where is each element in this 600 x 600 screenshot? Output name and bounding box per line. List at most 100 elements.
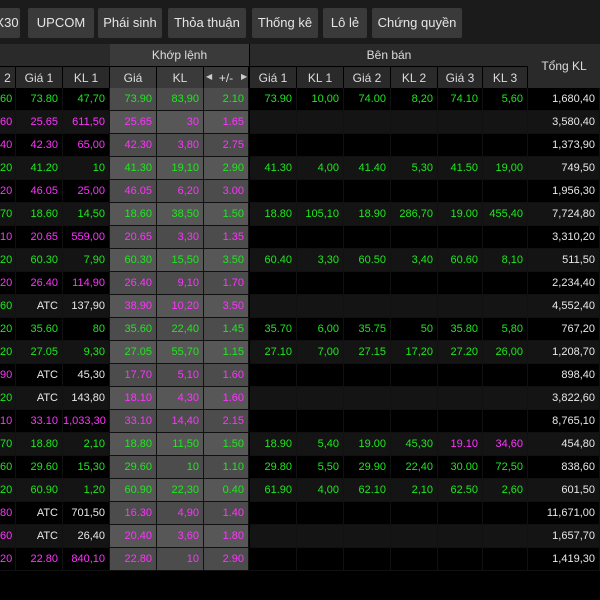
cell-ask-price1	[250, 548, 297, 571]
cell-bid-price1: ATC	[16, 525, 63, 548]
table-row[interactable]: 70 18.60 14,50 18.60 38,50 1.50 18.80 105,10 18.…	[0, 203, 600, 226]
cell-match-price: 73.90	[110, 88, 157, 111]
cell-bid-price1: 46.05	[16, 180, 63, 203]
header-col-ask-vol3[interactable]: KL 3	[483, 66, 528, 88]
cell-match-vol: 3,60	[157, 525, 204, 548]
footer-note	[200, 592, 420, 600]
header-col-bid-vol2[interactable]: 2	[0, 66, 16, 88]
cell-match-vol: 14,40	[157, 410, 204, 433]
cell-bid-vol2: 70	[0, 433, 16, 456]
cell-match-price: 18.10	[110, 387, 157, 410]
cell-bid-vol2: 60	[0, 456, 16, 479]
table-row[interactable]: 70 18.80 2,10 18.80 11,50 1.50 18.90 5,40 19.00 4…	[0, 433, 600, 456]
caret-right-icon[interactable]: ▶	[241, 66, 247, 88]
cell-ask-vol3	[483, 226, 528, 249]
caret-left-icon[interactable]: ◀	[206, 66, 212, 88]
tab-upcom[interactable]: UPCOM	[28, 8, 94, 38]
table-row[interactable]: 20 41.20 10 41.30 19,10 2.90 41.30 4,00 41.40 5,3…	[0, 157, 600, 180]
tab-warrants[interactable]: Chứng quyền	[372, 8, 462, 38]
header-col-ask-price1[interactable]: Giá 1	[250, 66, 297, 88]
table-row[interactable]: 20 46.05 25,00 46.05 6,20 3.00 1,956,30	[0, 180, 600, 203]
cell-bid-price1: ATC	[16, 295, 63, 318]
cell-bid-vol1: 25,00	[63, 180, 110, 203]
cell-ask-price1: 60.40	[250, 249, 297, 272]
cell-ask-vol3: 19,00	[483, 157, 528, 180]
cell-ask-vol2	[391, 272, 438, 295]
table-row[interactable]: 80 ATC 701,50 16.30 4,90 1.40 11,671,00	[0, 502, 600, 525]
tab-negotiated[interactable]: Thỏa thuận	[168, 8, 246, 38]
table-row[interactable]: 20 26.40 114,90 26.40 9,10 1.70 2,234,40	[0, 272, 600, 295]
cell-total-volume: 7,724,80	[528, 203, 600, 226]
tab-vn30[interactable]: X30	[0, 8, 20, 38]
table-row[interactable]: 10 33.10 1,033,30 33.10 14,40 2.15 8,765,10	[0, 410, 600, 433]
table-row[interactable]: 20 27.05 9,30 27.05 55,70 1.15 27.10 7,00 27.15 1…	[0, 341, 600, 364]
table-row[interactable]: 20 ATC 143,80 18.10 4,30 1.60 3,822,60	[0, 387, 600, 410]
cell-bid-price1: 60.30	[16, 249, 63, 272]
cell-match-price: 18.60	[110, 203, 157, 226]
table-row[interactable]: 60 73.80 47,70 73.90 83,90 2.10 73.90 10,00 74.0…	[0, 88, 600, 111]
header-col-match-vol[interactable]: KL	[157, 66, 204, 88]
cell-change: 1.60	[204, 364, 249, 387]
cell-bid-vol1: 114,90	[63, 272, 110, 295]
cell-total-volume: 511,50	[528, 249, 600, 272]
table-row[interactable]: 20 22.80 840,10 22.80 10 2.90 1,419,30	[0, 548, 600, 571]
cell-ask-price2	[344, 272, 391, 295]
tab-odd-lot[interactable]: Lô lẻ	[323, 8, 367, 38]
cell-bid-vol1: 143,80	[63, 387, 110, 410]
table-row[interactable]: 20 35.60 80 35.60 22,40 1.45 35.70 6,00 35.75 50 3…	[0, 318, 600, 341]
table-row[interactable]: 40 42.30 65,00 42.30 3,80 2.75 1,373,90	[0, 134, 600, 157]
table-row[interactable]: 10 20.65 559,00 20.65 3,30 1.35 3,310,20	[0, 226, 600, 249]
cell-match-vol: 3,30	[157, 226, 204, 249]
cell-ask-vol3	[483, 180, 528, 203]
cell-ask-vol3: 8,10	[483, 249, 528, 272]
header-col-ask-price2[interactable]: Giá 2	[344, 66, 391, 88]
cell-bid-vol2: 20	[0, 318, 16, 341]
table-row[interactable]: 20 60.30 7,90 60.30 15,50 3.50 60.40 3,30 60.50 3…	[0, 249, 600, 272]
cell-ask-price3	[438, 548, 483, 571]
cell-ask-vol2	[391, 111, 438, 134]
cell-change: 1.80	[204, 525, 249, 548]
header-col-match-price[interactable]: Giá	[110, 66, 157, 88]
header-col-bid-vol1[interactable]: KL 1	[63, 66, 110, 88]
cell-ask-price3	[438, 387, 483, 410]
cell-change: 3.50	[204, 295, 249, 318]
cell-match-vol: 3,80	[157, 134, 204, 157]
cell-ask-vol1	[297, 272, 344, 295]
cell-match-price: 16.30	[110, 502, 157, 525]
cell-ask-vol2	[391, 226, 438, 249]
table-row[interactable]: 60 ATC 137,90 38.90 10,20 3.50 4,552,40	[0, 295, 600, 318]
header-col-ask-price3[interactable]: Giá 3	[438, 66, 483, 88]
tab-derivatives[interactable]: Phái sinh	[98, 8, 162, 38]
header-total-volume[interactable]: Tổng KL	[528, 44, 600, 88]
cell-total-volume: 838,60	[528, 456, 600, 479]
cell-bid-vol1: 1,20	[63, 479, 110, 502]
tab-statistics[interactable]: Thống kê	[252, 8, 318, 38]
cell-ask-price3: 27.20	[438, 341, 483, 364]
cell-ask-price3: 35.80	[438, 318, 483, 341]
cell-ask-vol2: 2,10	[391, 479, 438, 502]
cell-bid-vol2: 60	[0, 525, 16, 548]
cell-ask-price3	[438, 180, 483, 203]
cell-ask-price1	[250, 180, 297, 203]
table-row[interactable]: 60 29.60 15,30 29.60 10 1.10 29.80 5,50 29.90 22,…	[0, 456, 600, 479]
cell-bid-vol2: 20	[0, 341, 16, 364]
table-row[interactable]: 60 ATC 26,40 20.40 3,60 1.80 1,657,70	[0, 525, 600, 548]
header-col-ask-vol2[interactable]: KL 2	[391, 66, 438, 88]
cell-total-volume: 1,680,40	[528, 88, 600, 111]
header-col-ask-vol1[interactable]: KL 1	[297, 66, 344, 88]
cell-bid-price1: ATC	[16, 364, 63, 387]
cell-ask-price2	[344, 295, 391, 318]
market-tab-bar: X30 UPCOM Phái sinh Thỏa thuận Thống kê …	[0, 0, 600, 44]
header-col-bid-price1[interactable]: Giá 1	[16, 66, 63, 88]
cell-match-vol: 6,20	[157, 180, 204, 203]
cell-bid-vol1: 65,00	[63, 134, 110, 157]
cell-bid-vol2: 60	[0, 88, 16, 111]
table-row[interactable]: 60 25.65 611,50 25.65 30 1.65 3,580,40	[0, 111, 600, 134]
cell-match-vol: 10	[157, 548, 204, 571]
table-row[interactable]: 20 60.90 1,20 60.90 22,30 0.40 61.90 4,00 62.10 2…	[0, 479, 600, 502]
cell-bid-price1: 22.80	[16, 548, 63, 571]
table-row[interactable]: 90 ATC 45,30 17.70 5,10 1.60 898,40	[0, 364, 600, 387]
price-board: Khớp lệnh Bên bán Tổng KL 2 Giá 1 KL 1 G…	[0, 44, 600, 600]
cell-ask-price3	[438, 226, 483, 249]
cell-ask-vol3: 455,40	[483, 203, 528, 226]
